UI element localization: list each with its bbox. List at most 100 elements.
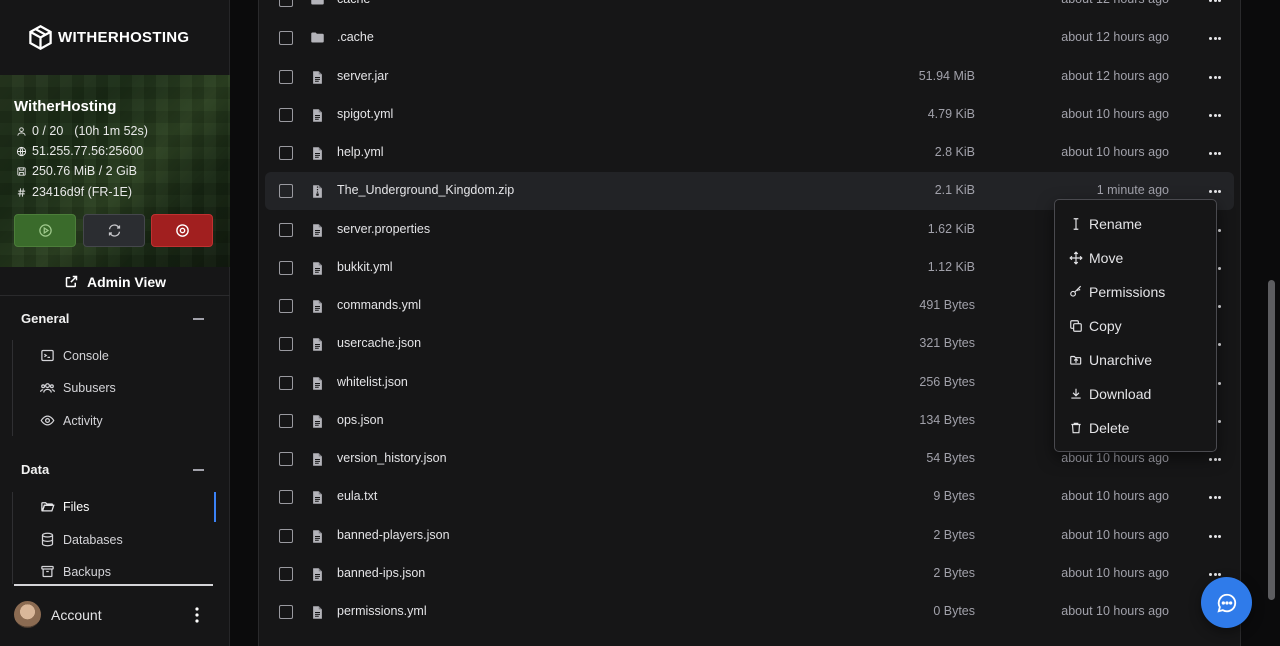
file-row[interactable]: help.yml 2.8 KiB about 10 hours ago [265, 134, 1234, 172]
row-checkbox[interactable] [279, 413, 293, 428]
refresh-icon [108, 224, 120, 237]
context-delete[interactable]: Delete [1069, 420, 1129, 436]
file-row[interactable]: permissions.yml 0 Bytes about 10 hours ago [265, 593, 1234, 631]
row-checkbox[interactable] [279, 184, 293, 199]
file-modified: about 12 hours ago [1061, 30, 1169, 45]
row-options-icon[interactable] [1209, 458, 1221, 461]
admin-view-link[interactable]: Admin View [0, 268, 230, 296]
file-text-icon [310, 69, 324, 85]
sidebar-item-activity[interactable]: Activity [40, 413, 103, 428]
row-checkbox[interactable] [279, 566, 293, 581]
row-checkbox[interactable] [279, 69, 293, 84]
file-name[interactable]: server.jar [337, 69, 388, 83]
file-name[interactable]: bukkit.yml [337, 260, 393, 274]
row-checkbox[interactable] [279, 337, 293, 352]
folder-open-icon [41, 502, 55, 512]
file-text-icon [310, 336, 324, 352]
collapse-general-button[interactable] [193, 318, 204, 320]
row-options-icon[interactable] [1209, 0, 1221, 2]
account-options-icon[interactable] [195, 607, 199, 628]
row-options-icon[interactable] [1209, 496, 1221, 500]
text-cursor-icon [1073, 218, 1079, 230]
context-move[interactable]: Move [1069, 250, 1123, 266]
row-checkbox[interactable] [279, 107, 293, 122]
file-size: 2.8 KiB [934, 145, 975, 159]
file-name[interactable]: whitelist.json [337, 375, 408, 389]
sidebar-item-files[interactable]: Files [40, 499, 89, 514]
file-name[interactable]: The_Underground_Kingdom.zip [337, 183, 514, 197]
row-checkbox[interactable] [279, 375, 293, 390]
file-size: 51.94 MiB [918, 68, 975, 83]
sidebar-item-databases[interactable]: Databases [40, 532, 123, 547]
file-text-icon [310, 528, 324, 544]
support-chat-button[interactable] [1201, 577, 1252, 628]
collapse-data-button[interactable] [193, 469, 204, 471]
folder-icon [310, 0, 324, 8]
save-disk-icon [17, 166, 26, 176]
row-options-icon[interactable] [1209, 113, 1221, 117]
server-address: 51.255.77.56:25600 [32, 144, 144, 158]
file-row[interactable]: eula.txt 9 Bytes about 10 hours ago [265, 478, 1234, 516]
file-name[interactable]: help.yml [337, 145, 384, 159]
row-checkbox[interactable] [279, 0, 293, 7]
user-icon [17, 126, 26, 136]
row-options-icon[interactable] [1209, 75, 1221, 79]
context-unarchive[interactable]: Unarchive [1069, 352, 1152, 368]
file-text-icon [310, 222, 324, 238]
file-name[interactable]: commands.yml [337, 298, 421, 312]
file-row[interactable]: .cache about 12 hours ago [265, 19, 1234, 57]
context-copy[interactable]: Copy [1069, 318, 1122, 334]
file-name[interactable]: banned-ips.json [337, 566, 425, 580]
file-row[interactable]: cache about 12 hours ago [265, 0, 1234, 19]
row-options-icon[interactable] [1209, 37, 1221, 41]
file-name[interactable]: cache [337, 0, 370, 6]
download-icon [1071, 388, 1081, 399]
page-scrollbar[interactable] [1268, 280, 1275, 600]
row-checkbox[interactable] [279, 452, 293, 466]
file-name[interactable]: .cache [337, 30, 374, 44]
memory-usage: 250.76 MiB / 2 GiB [32, 164, 137, 178]
row-options-icon[interactable] [1209, 572, 1221, 576]
file-name[interactable]: spigot.yml [337, 107, 393, 121]
file-name[interactable]: permissions.yml [337, 604, 427, 618]
file-row[interactable]: banned-ips.json 2 Bytes about 10 hours ago [265, 555, 1234, 593]
context-permissions[interactable]: Permissions [1069, 284, 1165, 300]
stop-button[interactable] [151, 214, 213, 247]
file-text-icon [310, 489, 324, 505]
file-row[interactable]: banned-players.json 2 Bytes about 10 hours… [265, 517, 1234, 555]
row-checkbox[interactable] [279, 31, 293, 46]
file-row[interactable]: spigot.yml 4.79 KiB about 10 hours ago [265, 96, 1234, 134]
account-menu[interactable]: Account [14, 601, 102, 628]
sidebar-item-console[interactable]: Console [40, 348, 109, 363]
row-options-icon[interactable] [1209, 534, 1221, 538]
file-name[interactable]: version_history.json [337, 451, 447, 465]
file-name[interactable]: eula.txt [337, 489, 377, 503]
file-name[interactable]: server.properties [337, 222, 430, 236]
nav-divider [12, 492, 13, 584]
file-text-icon [310, 107, 324, 123]
uptime: (10h 1m 52s) [74, 124, 148, 138]
server-id: 23416d9f (FR-1E) [32, 185, 133, 199]
sidebar-item-subusers[interactable]: Subusers [40, 380, 116, 395]
start-button[interactable] [14, 214, 76, 247]
row-checkbox[interactable] [279, 299, 293, 313]
row-options-icon[interactable] [1209, 152, 1221, 155]
sidebar-item-label: Activity [63, 413, 103, 428]
row-checkbox[interactable] [279, 146, 293, 160]
row-checkbox[interactable] [279, 490, 293, 505]
file-name[interactable]: ops.json [337, 413, 384, 427]
file-name[interactable]: usercache.json [337, 336, 421, 350]
context-rename[interactable]: Rename [1069, 216, 1142, 232]
row-checkbox[interactable] [279, 260, 293, 275]
row-checkbox[interactable] [279, 528, 293, 543]
sidebar-item-backups[interactable]: Backups [40, 564, 111, 579]
file-row[interactable]: server.jar 51.94 MiB about 12 hours ago [265, 58, 1234, 96]
address-stat[interactable]: 51.255.77.56:25600 [16, 144, 143, 158]
file-name[interactable]: banned-players.json [337, 528, 450, 542]
row-options-icon[interactable] [1209, 190, 1221, 194]
brand-logo[interactable]: WITHERHOSTING [27, 24, 189, 51]
row-checkbox[interactable] [279, 222, 293, 237]
restart-button[interactable] [83, 214, 145, 247]
row-checkbox[interactable] [279, 605, 293, 619]
context-download[interactable]: Download [1069, 386, 1151, 402]
